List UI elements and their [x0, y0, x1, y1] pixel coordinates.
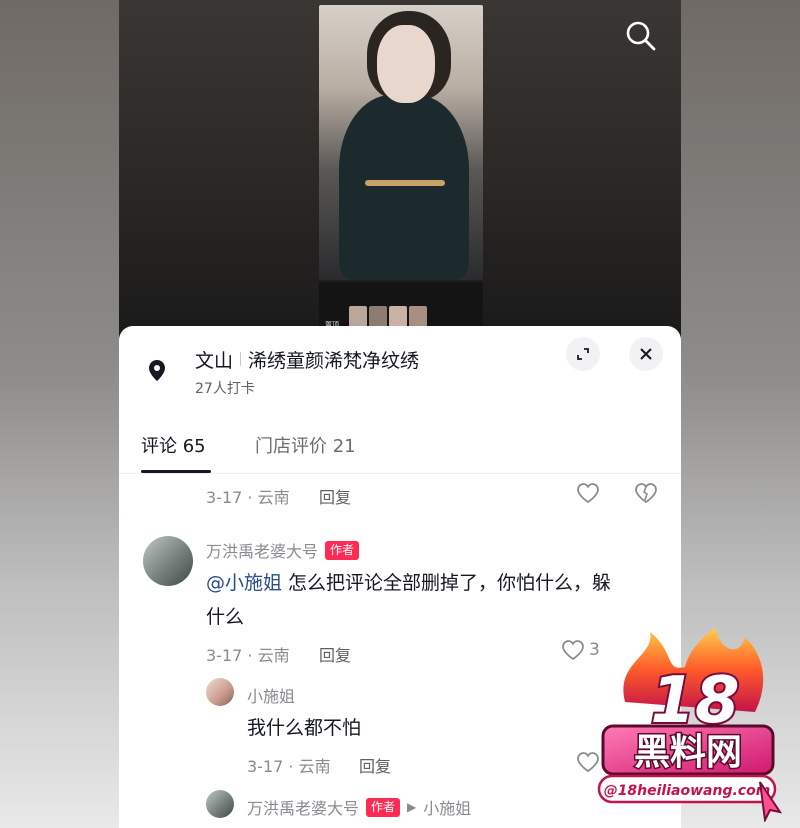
username: 万洪禹老婆大号 — [247, 799, 360, 818]
thumbnail[interactable] — [409, 306, 427, 328]
close-icon — [640, 348, 652, 360]
like-button[interactable]: 3 — [561, 639, 600, 661]
username: 万洪禹老婆大号 — [206, 542, 319, 561]
author-badge: 作者 — [325, 540, 360, 560]
comment-body-line2: 什么 — [206, 606, 245, 628]
avatar[interactable] — [143, 536, 193, 586]
search-button[interactable] — [621, 16, 661, 56]
watermark-url: @18heiliaowang.com — [604, 783, 771, 799]
username: 小施姐 — [247, 687, 296, 706]
mention-link[interactable]: @小施姐 — [206, 572, 282, 594]
expand-icon — [577, 348, 589, 360]
place-title[interactable]: 文山 浠绣童颜浠梵净纹绣 — [195, 346, 419, 373]
thumbnail[interactable] — [389, 306, 407, 328]
person-face — [377, 25, 435, 103]
avatar[interactable] — [206, 790, 234, 818]
comment-body-line1: 怎么把评论全部删掉了，你怕什么，躲 — [282, 572, 612, 594]
video-frame[interactable] — [319, 5, 483, 280]
comment-author[interactable]: 小施姐 — [247, 683, 295, 707]
person-shirt — [339, 95, 469, 280]
like-icon — [562, 640, 584, 661]
comment-author[interactable]: 万洪禹老婆大号 作者 ▶ 小施姐 — [247, 795, 471, 819]
tab-comments[interactable]: 评论 65 — [141, 432, 206, 458]
reply-button[interactable]: 回复 — [359, 753, 391, 777]
tab-divider — [119, 473, 681, 474]
tab-store-reviews[interactable]: 门店评价 21 — [255, 432, 356, 458]
expand-button[interactable] — [566, 337, 600, 371]
video-thumbnail-strip[interactable]: 置顶 — [319, 282, 483, 329]
checkin-count: 27人打卡 — [195, 381, 255, 397]
avatar[interactable] — [206, 678, 234, 706]
search-icon — [626, 21, 656, 51]
thumbnail[interactable] — [369, 306, 387, 328]
thumbnail[interactable] — [349, 306, 367, 328]
watermark-title: 黑料网 — [634, 732, 742, 773]
close-button[interactable] — [629, 337, 663, 371]
reply-button[interactable]: 回复 — [319, 642, 351, 666]
author-badge: 作者 — [366, 797, 401, 817]
reply-to-user[interactable]: 小施姐 — [423, 795, 471, 819]
title-divider — [240, 352, 242, 366]
place-name: 浠绣童颜浠梵净纹绣 — [248, 350, 420, 372]
comment-meta: 3-17 · 云南 — [206, 646, 290, 665]
comment-author[interactable]: 万洪禹老婆大号 作者 — [206, 538, 360, 562]
video-background[interactable]: 置顶 — [119, 0, 681, 340]
like-icon[interactable] — [576, 482, 600, 504]
place-city: 文山 — [195, 350, 234, 372]
person-belt — [365, 180, 445, 186]
comment-meta: 3-17 · 云南 — [247, 757, 331, 776]
location-pin-icon — [149, 360, 165, 381]
reply-arrow-icon: ▶ — [407, 800, 417, 814]
watermark-logo: 18 黑料网 @18heiliaowang.com — [597, 627, 783, 822]
comment-meta: 3-17 · 云南 — [206, 488, 290, 507]
dislike-icon[interactable] — [634, 482, 658, 504]
reply-button[interactable]: 回复 — [319, 484, 351, 508]
comment-text: 我什么都不怕 — [247, 717, 362, 739]
